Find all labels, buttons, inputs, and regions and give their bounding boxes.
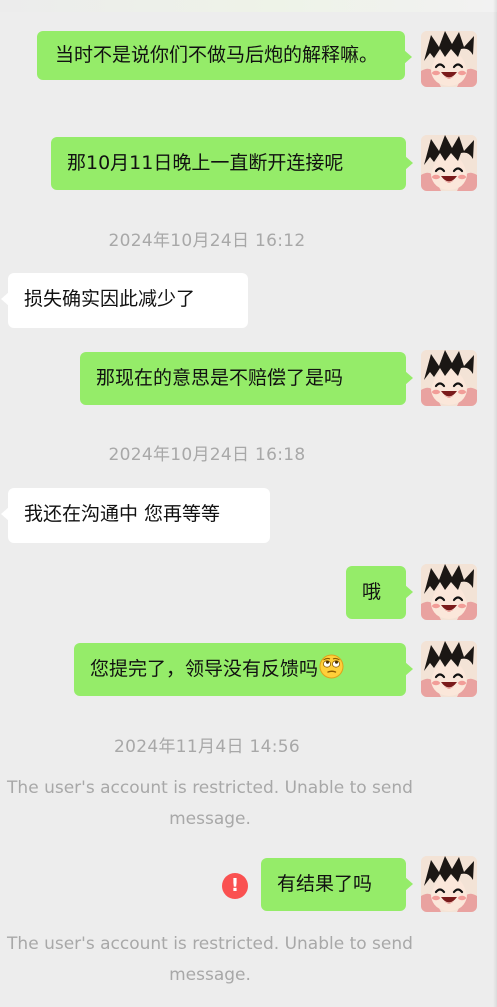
top-strip	[0, 0, 497, 12]
system-notice: The user's account is restricted. Unable…	[7, 778, 413, 829]
avatar[interactable]	[421, 350, 477, 406]
avatar[interactable]	[421, 641, 477, 697]
system-notice: The user's account is restricted. Unable…	[7, 934, 413, 985]
avatar[interactable]	[421, 135, 477, 191]
message-bubble-incoming[interactable]: 我还在沟通中 您再等等	[1, 488, 270, 543]
avatar-icon	[421, 641, 477, 697]
avatar-icon	[421, 31, 477, 87]
avatar[interactable]	[421, 564, 477, 620]
message-bubble-outgoing[interactable]: 那现在的意思是不赔偿了是吗	[80, 352, 413, 405]
avatar-icon	[421, 856, 477, 912]
send-failed-icon[interactable]: !	[222, 873, 248, 899]
avatar-icon	[421, 135, 477, 191]
edge-shadow	[493, 0, 497, 1007]
message-bubble-outgoing[interactable]: 那10月11日晚上一直断开连接呢	[51, 137, 413, 190]
message-bubble-incoming[interactable]: 损失确实因此减少了	[1, 273, 248, 328]
message-bubble-outgoing[interactable]: 您提完了，领导没有反馈吗	[74, 643, 413, 696]
message-bubble-outgoing[interactable]: 哦	[346, 566, 413, 619]
eye-roll-emoji-icon	[319, 654, 344, 688]
avatar[interactable]	[421, 31, 477, 87]
message-bubble-outgoing[interactable]: 有结果了吗	[261, 858, 413, 911]
avatar-icon	[421, 564, 477, 620]
message-text: 您提完了，领导没有反馈吗	[90, 658, 319, 680]
avatar[interactable]	[421, 856, 477, 912]
timestamp: 2024年10月24日 16:18	[108, 445, 306, 465]
timestamp: 2024年10月24日 16:12	[108, 231, 306, 251]
timestamp: 2024年11月4日 14:56	[114, 737, 300, 757]
avatar-icon	[421, 350, 477, 406]
message-bubble-outgoing[interactable]: 当时不是说你们不做马后炮的解释嘛。	[37, 31, 412, 80]
